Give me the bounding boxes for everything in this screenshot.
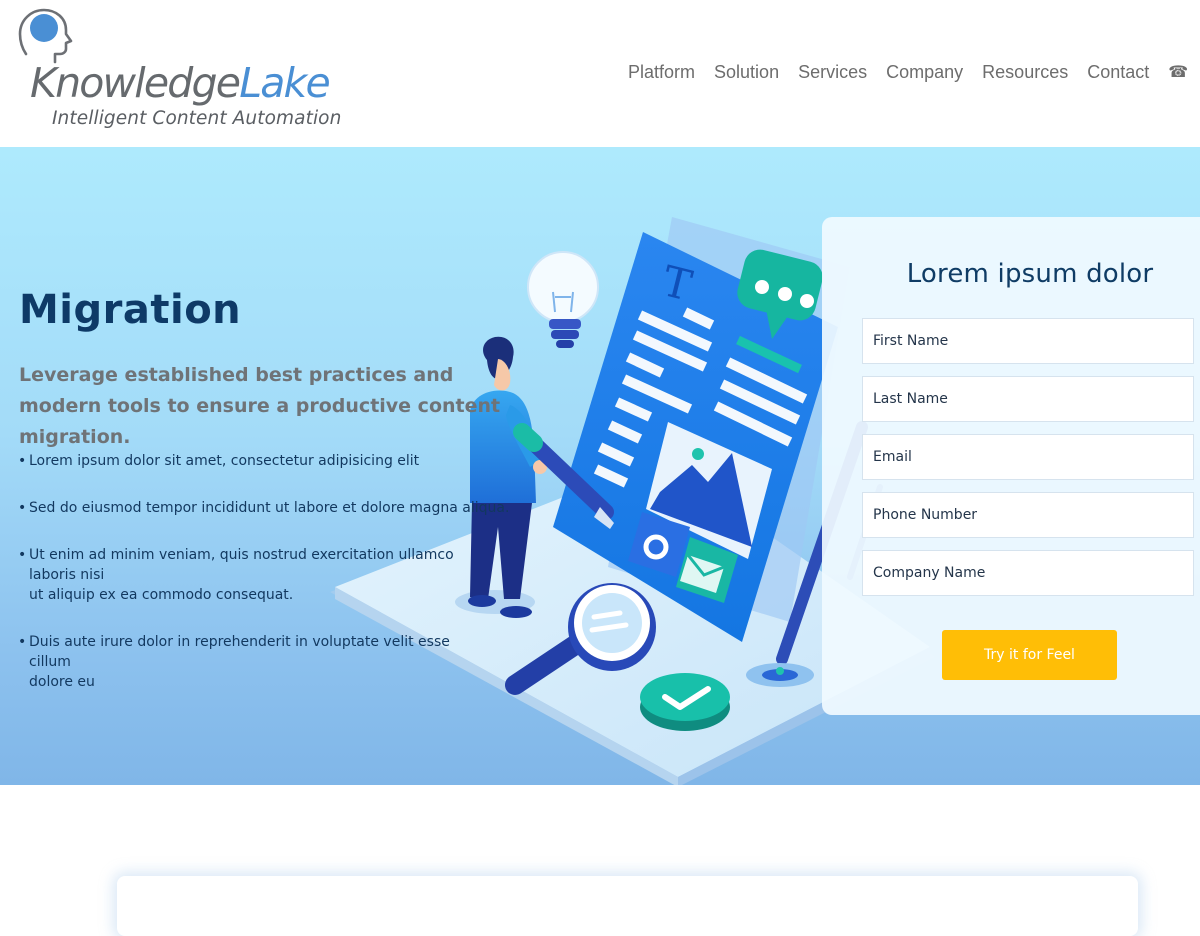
content-card: [117, 876, 1138, 936]
last-name-field[interactable]: [862, 376, 1194, 422]
feature-list-item: Ut enim ad minim veniam, quis nostrud ex…: [18, 545, 488, 605]
feature-list-item: Sed do eiusmod tempor incididunt ut labo…: [18, 498, 509, 518]
logo-tagline: Intelligent Content Automation: [52, 108, 342, 129]
check-badge-icon: [640, 673, 730, 731]
logo-word-lake: Lake: [239, 59, 331, 107]
first-name-field[interactable]: [862, 318, 1194, 364]
feature-list: Lorem ipsum dolor sit amet, consectetur …: [18, 451, 509, 719]
knowledgelake-logo[interactable]: KnowledgeLake Intelligent Content Automa…: [18, 8, 348, 138]
try-it-button[interactable]: Try it for Feel: [942, 630, 1117, 680]
feature-list-item: Duis aute irure dolor in reprehenderit i…: [18, 632, 488, 692]
hero-subtitle: Leverage established best practices and …: [19, 364, 501, 448]
nav-platform[interactable]: Platform: [628, 62, 695, 83]
feature-list-item: Lorem ipsum dolor sit amet, consectetur …: [18, 451, 488, 471]
nav-solution[interactable]: Solution: [714, 62, 779, 83]
hero-title: Migration: [19, 287, 242, 333]
email-field[interactable]: [862, 434, 1194, 480]
phone-icon[interactable]: ☎: [1168, 62, 1188, 82]
nav-company[interactable]: Company: [886, 62, 963, 83]
nav-contact[interactable]: Contact: [1087, 62, 1149, 83]
site-header: KnowledgeLake Intelligent Content Automa…: [0, 0, 1200, 147]
logo-word-knowledge: Knowledge: [30, 59, 241, 107]
nav-services[interactable]: Services: [798, 62, 867, 83]
nav-resources[interactable]: Resources: [982, 62, 1068, 83]
logo-wordmark: KnowledgeLake: [30, 58, 331, 108]
phone-number-field[interactable]: [862, 492, 1194, 538]
company-name-field[interactable]: [862, 550, 1194, 596]
hero-section: T Migration Leverage established best pr…: [0, 147, 1200, 785]
signup-form-card: Lorem ipsum dolor Try it for Feel: [822, 217, 1200, 715]
lightbulb-icon: [527, 251, 599, 348]
form-title: Lorem ipsum dolor: [906, 259, 1154, 289]
main-nav: Platform Solution Services Company Resou…: [628, 60, 1188, 84]
